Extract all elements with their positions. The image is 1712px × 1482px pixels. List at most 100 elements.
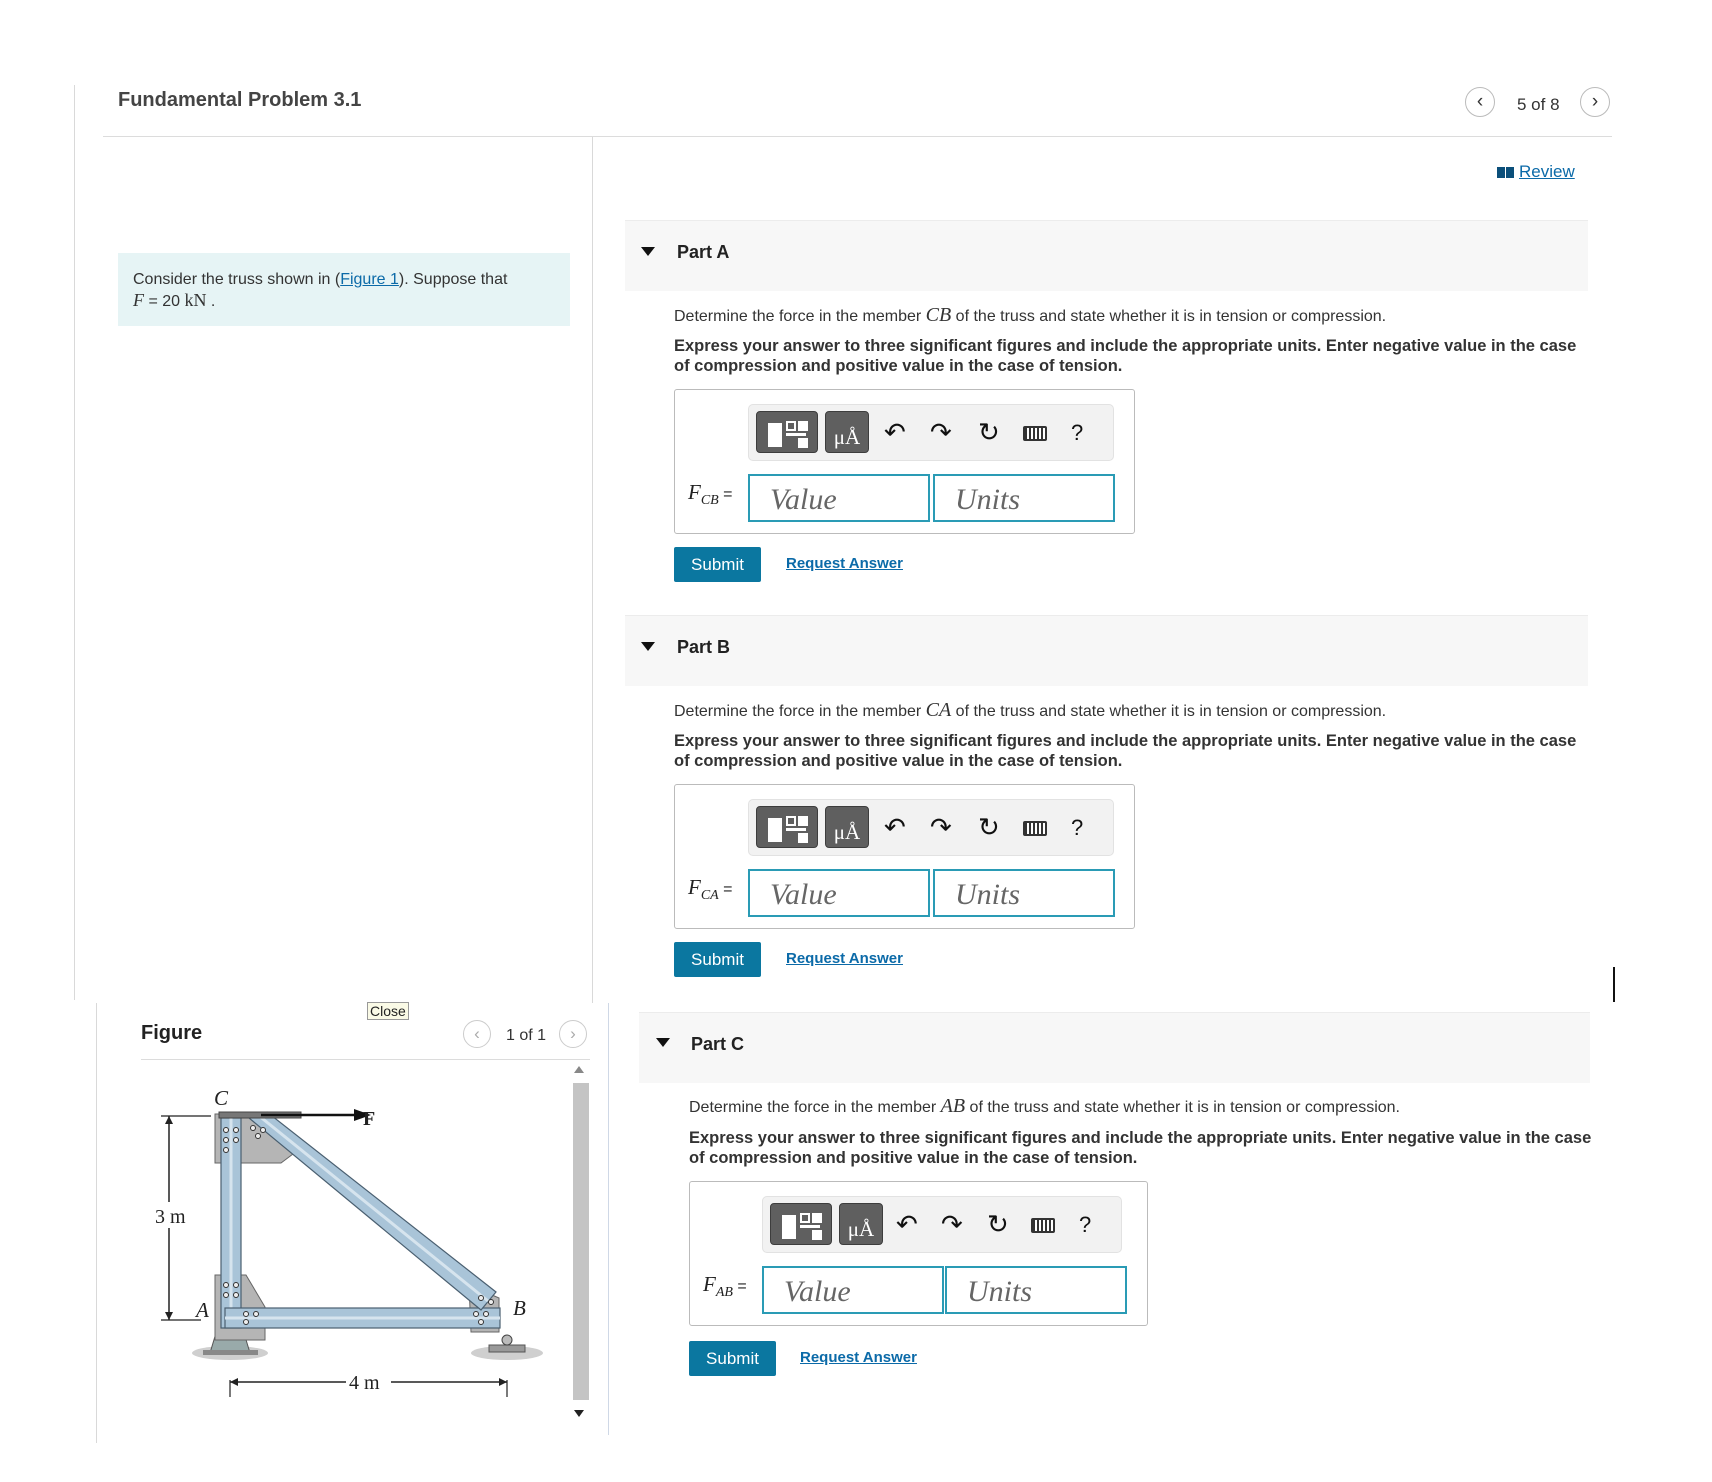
part-a-question: Determine the force in the member CB of … [674, 304, 1386, 327]
text-cursor [1613, 967, 1615, 1002]
var-symbol: F [688, 875, 701, 899]
part-a-request-answer-link[interactable]: Request Answer [786, 555, 903, 572]
redo-icon[interactable]: ↷ [941, 1210, 963, 1238]
book-icon [1497, 166, 1514, 178]
question-text-after: of the truss and state whether it is in … [951, 308, 1387, 325]
answer-variable-label: FCA = [688, 875, 733, 904]
column-divider-lower [608, 1003, 609, 1435]
undo-icon[interactable]: ↶ [884, 418, 906, 446]
next-figure-button[interactable]: › [559, 1020, 587, 1048]
reset-icon[interactable]: ↻ [978, 418, 1000, 446]
value-input[interactable] [748, 869, 930, 917]
member-cb [247, 1111, 497, 1311]
chevron-left-icon: ‹ [1476, 91, 1484, 112]
help-icon[interactable]: ? [1071, 814, 1083, 842]
part-c-instructions: Express your answer to three significant… [689, 1129, 1592, 1167]
member-name: AB [940, 1095, 966, 1117]
part-c-answer-box: μÅ ↶ ↷ ↻ ? FAB = [689, 1181, 1148, 1326]
reset-icon[interactable]: ↻ [987, 1210, 1009, 1238]
units-input[interactable] [945, 1266, 1127, 1314]
prev-figure-button[interactable]: ‹ [463, 1020, 491, 1048]
question-text: Determine the force in the member [674, 703, 926, 720]
part-c-question: Determine the force in the member AB of … [689, 1095, 1400, 1118]
help-icon[interactable]: ? [1079, 1211, 1091, 1239]
value-input[interactable] [748, 474, 930, 522]
problem-statement: Consider the truss shown in (Figure 1). … [118, 253, 570, 326]
given-value: = 20 [144, 293, 185, 310]
math-toolbar: μÅ ↶ ↷ ↻ ? [762, 1196, 1122, 1253]
keyboard-icon[interactable] [1031, 1218, 1055, 1233]
equals-sign: = [732, 1278, 747, 1295]
review-label: Review [1519, 162, 1575, 181]
chevron-right-icon: › [1591, 91, 1599, 112]
part-b-question: Determine the force in the member CA of … [674, 699, 1386, 722]
part-a-header[interactable]: Part A [625, 220, 1588, 291]
equals-sign: = [718, 881, 733, 898]
truss-figure: 3 m 4 m F C A B [155, 1086, 543, 1397]
chevron-right-icon: › [570, 1024, 576, 1043]
part-b-header[interactable]: Part B [625, 615, 1588, 686]
part-c-request-answer-link[interactable]: Request Answer [800, 1349, 917, 1366]
undo-icon[interactable]: ↶ [896, 1210, 918, 1238]
left-frame-line [74, 85, 75, 1000]
roller-support-b [488, 1344, 526, 1353]
part-a-label: Part A [677, 242, 730, 262]
collapse-caret-icon [656, 1038, 670, 1047]
joint-a-label: A [194, 1298, 209, 1322]
load-label: F [363, 1108, 375, 1130]
help-icon[interactable]: ? [1071, 419, 1083, 447]
collapse-caret-icon [641, 247, 655, 256]
given-end: . [206, 293, 216, 310]
member-name: CB [925, 304, 952, 326]
part-c-label: Part C [691, 1034, 745, 1054]
units-input[interactable] [933, 869, 1115, 917]
collapse-caret-icon [641, 642, 655, 651]
joint-b-label: B [513, 1296, 526, 1320]
value-input[interactable] [762, 1266, 944, 1314]
chevron-left-icon: ‹ [474, 1024, 480, 1043]
part-c-header[interactable]: Part C [639, 1012, 1590, 1083]
part-b-submit-button[interactable]: Submit [674, 942, 761, 977]
figure-scrollbar-thumb[interactable] [573, 1083, 589, 1400]
figure-link[interactable]: Figure 1 [340, 271, 399, 288]
math-toolbar: μÅ ↶ ↷ ↻ ? [748, 404, 1114, 461]
prev-problem-button[interactable]: ‹ [1465, 87, 1495, 117]
templates-button[interactable] [770, 1203, 832, 1245]
problem-text: Consider the truss shown in ( [133, 271, 341, 288]
answer-variable-label: FAB = [703, 1272, 747, 1301]
var-symbol: F [703, 1272, 716, 1296]
close-figure-button[interactable]: Close [367, 1002, 409, 1020]
part-a-instructions: Express your answer to three significant… [674, 337, 1577, 375]
figure-pager: 1 of 1 [506, 1027, 547, 1044]
part-a-answer-box: μÅ ↶ ↷ ↻ ? FCB = [674, 389, 1135, 534]
given-variable: F [133, 290, 144, 310]
part-b-request-answer-link[interactable]: Request Answer [786, 950, 903, 967]
member-name: CA [925, 699, 952, 721]
units-button[interactable]: μÅ [825, 411, 869, 453]
problem-pager: 5 of 8 [1517, 95, 1560, 114]
redo-icon[interactable]: ↷ [930, 813, 952, 841]
units-button[interactable]: μÅ [825, 806, 869, 848]
keyboard-icon[interactable] [1023, 426, 1047, 441]
page-title: Fundamental Problem 3.1 [118, 89, 362, 111]
question-text-after: of the truss and state whether it is in … [951, 703, 1387, 720]
equals-sign: = [718, 486, 733, 503]
question-text: Determine the force in the member [674, 308, 926, 325]
part-a-submit-button[interactable]: Submit [674, 547, 761, 582]
math-toolbar: μÅ ↶ ↷ ↻ ? [748, 799, 1114, 856]
units-input[interactable] [933, 474, 1115, 522]
units-button[interactable]: μÅ [839, 1203, 883, 1245]
keyboard-icon[interactable] [1023, 821, 1047, 836]
undo-icon[interactable]: ↶ [884, 813, 906, 841]
templates-button[interactable] [756, 806, 818, 848]
part-b-answer-box: μÅ ↶ ↷ ↻ ? FCA = [674, 784, 1135, 929]
reset-icon[interactable]: ↻ [978, 813, 1000, 841]
figure-divider [141, 1059, 590, 1060]
templates-button[interactable] [756, 411, 818, 453]
next-problem-button[interactable]: › [1580, 87, 1610, 117]
review-link[interactable]: Review [1497, 162, 1575, 182]
redo-icon[interactable]: ↷ [930, 418, 952, 446]
part-c-submit-button[interactable]: Submit [689, 1341, 776, 1376]
joint-c-label: C [214, 1086, 229, 1110]
question-text-after: of the truss and state whether it is in … [965, 1099, 1400, 1116]
